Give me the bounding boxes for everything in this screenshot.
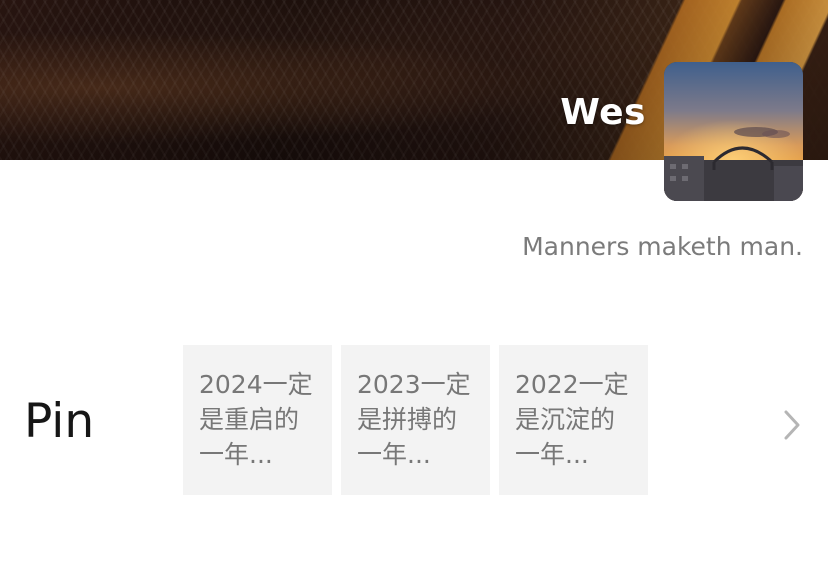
- pinned-post-card[interactable]: 2023一定是拼搏的一年...: [341, 345, 490, 495]
- pin-section-label: Pin: [24, 394, 95, 449]
- pinned-post-text: 2023一定是拼搏的一年...: [357, 370, 471, 469]
- pinned-post-card[interactable]: 2024一定是重启的一年...: [183, 345, 332, 495]
- pinned-post-card[interactable]: 2022一定是沉淀的一年...: [499, 345, 648, 495]
- sunset-avatar-icon: [664, 62, 803, 201]
- profile-page: Wes Manners maketh man. Pin 2024一定是重启的一年…: [0, 0, 828, 575]
- avatar[interactable]: [664, 62, 803, 201]
- chevron-right-icon[interactable]: [780, 408, 804, 442]
- pinned-post-text: 2024一定是重启的一年...: [199, 370, 313, 469]
- profile-signature: Manners maketh man.: [522, 232, 803, 261]
- profile-nickname: Wes: [560, 92, 646, 133]
- pinned-post-text: 2022一定是沉淀的一年...: [515, 370, 629, 469]
- pinned-posts-list: 2024一定是重启的一年... 2023一定是拼搏的一年... 2022一定是沉…: [183, 345, 648, 495]
